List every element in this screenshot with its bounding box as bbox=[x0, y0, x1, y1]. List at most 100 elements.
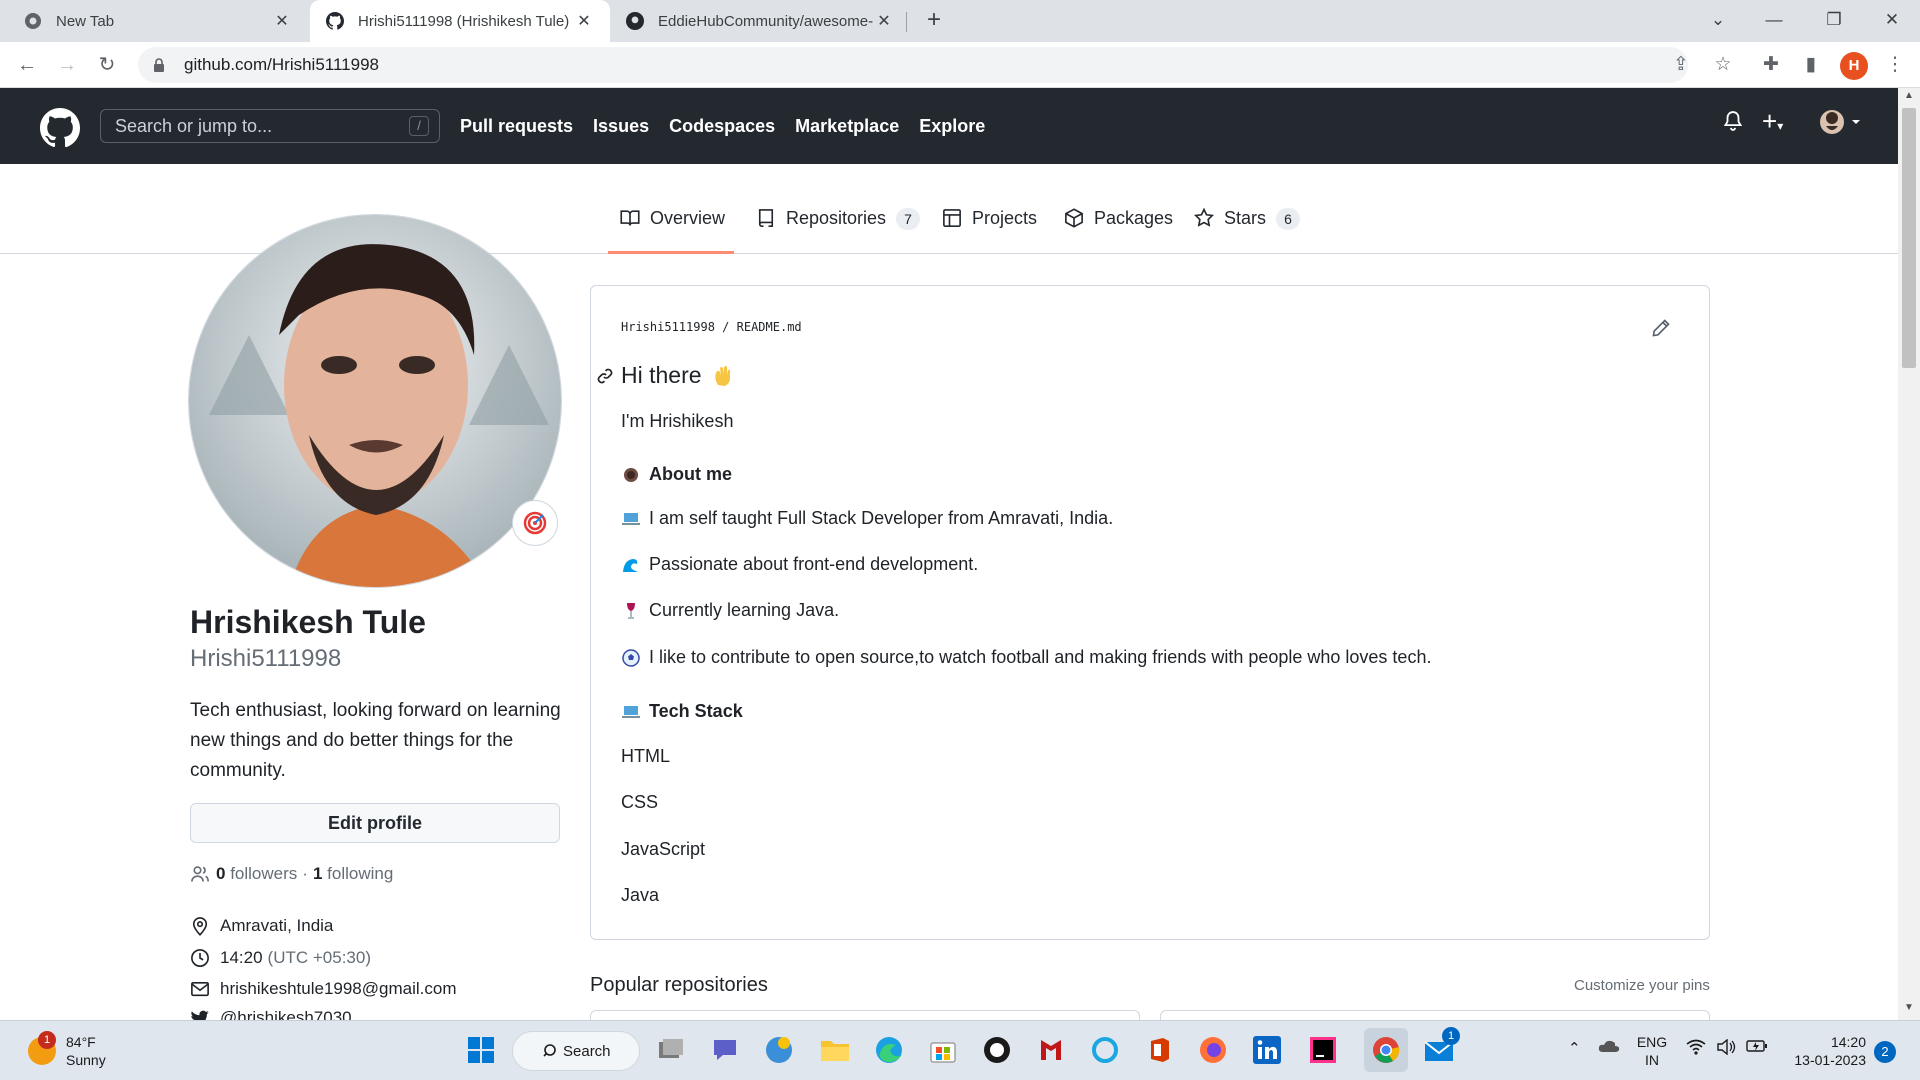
nav-issues[interactable]: Issues bbox=[593, 116, 649, 137]
onedrive-cloud-icon[interactable] bbox=[1598, 1039, 1620, 1057]
chrome-taskbar-icon[interactable] bbox=[1364, 1028, 1408, 1072]
customize-pins-link[interactable]: Customize your pins bbox=[1574, 977, 1710, 994]
bookmark-star-icon[interactable]: ☆ bbox=[1708, 50, 1738, 80]
close-icon[interactable]: ✕ bbox=[874, 11, 894, 31]
teams-chat-icon[interactable] bbox=[706, 1031, 744, 1069]
about-heading: About me bbox=[621, 464, 732, 485]
nav-marketplace[interactable]: Marketplace bbox=[795, 116, 899, 137]
mail-badge: 1 bbox=[1442, 1027, 1460, 1045]
twitter-link[interactable]: @hrishikesh7030 bbox=[220, 1008, 352, 1020]
github-desktop-icon[interactable] bbox=[978, 1031, 1016, 1069]
readme-file-link[interactable]: README.md bbox=[737, 320, 802, 334]
new-tab-button[interactable]: + bbox=[920, 7, 948, 35]
close-icon[interactable]: ✕ bbox=[574, 11, 594, 31]
task-view-icon[interactable] bbox=[652, 1031, 690, 1069]
back-arrow-icon[interactable]: ← bbox=[12, 50, 42, 80]
taskbar-search[interactable]: Search bbox=[512, 1031, 640, 1071]
tab-github-profile[interactable]: Hrishi5111998 (Hrishikesh Tule) ✕ bbox=[310, 0, 610, 42]
create-new-plus-icon[interactable]: +▾ bbox=[1762, 106, 1783, 137]
cortana-icon[interactable] bbox=[1086, 1031, 1124, 1069]
scroll-up-arrow-icon[interactable]: ▲ bbox=[1900, 90, 1918, 106]
volume-icon[interactable] bbox=[1716, 1038, 1736, 1059]
url-bar[interactable]: github.com/Hrishi5111998 bbox=[138, 47, 1688, 83]
nav-pull-requests[interactable]: Pull requests bbox=[460, 116, 573, 137]
scrollbar-thumb[interactable] bbox=[1902, 108, 1916, 368]
tab-label: Packages bbox=[1094, 208, 1174, 228]
chrome-profile-avatar[interactable]: H bbox=[1840, 52, 1868, 80]
pencil-edit-icon[interactable] bbox=[1651, 318, 1671, 338]
about-heading-text: About me bbox=[649, 464, 732, 484]
followers-link[interactable]: 0 followers bbox=[216, 864, 297, 884]
location-pin-icon bbox=[192, 917, 208, 936]
forward-arrow-icon[interactable]: → bbox=[52, 50, 82, 80]
tab-packages[interactable]: Packages bbox=[1064, 208, 1173, 254]
about-item: Currently learning Java. bbox=[621, 600, 839, 621]
readme-intro: I'm Hrishikesh bbox=[621, 411, 734, 431]
user-avatar-menu[interactable] bbox=[1818, 108, 1866, 142]
file-explorer-icon[interactable] bbox=[816, 1031, 854, 1069]
linkedin-icon[interactable] bbox=[1248, 1031, 1286, 1069]
repositories-counter: 7 bbox=[896, 208, 921, 230]
nav-explore[interactable]: Explore bbox=[919, 116, 985, 137]
edge-icon[interactable] bbox=[870, 1031, 908, 1069]
input-language-indicator[interactable]: ENG IN bbox=[1636, 1033, 1668, 1069]
tab-new-tab[interactable]: New Tab ✕ bbox=[8, 0, 308, 42]
weather-app-icon[interactable] bbox=[760, 1031, 798, 1069]
profile-avatar[interactable] bbox=[188, 214, 562, 588]
wave-icon bbox=[623, 558, 639, 572]
tab-repositories[interactable]: Repositories 7 bbox=[756, 208, 921, 254]
following-link[interactable]: 1 following bbox=[313, 864, 393, 884]
clock-time: 14:20 bbox=[1830, 1034, 1866, 1050]
side-panel-icon[interactable]: ▮ bbox=[1796, 50, 1826, 80]
github-logo-icon[interactable] bbox=[40, 108, 80, 148]
tab-stars[interactable]: Stars 6 bbox=[1194, 208, 1301, 254]
anchor-link-icon[interactable] bbox=[596, 367, 614, 385]
firefox-icon[interactable] bbox=[1194, 1031, 1232, 1069]
mcafee-icon[interactable] bbox=[1032, 1031, 1070, 1069]
share-icon[interactable]: ⇪ bbox=[1666, 50, 1696, 80]
nav-codespaces[interactable]: Codespaces bbox=[669, 116, 775, 137]
github-search-input[interactable]: Search or jump to... / bbox=[100, 109, 440, 143]
tab-overview[interactable]: Overview bbox=[608, 208, 734, 254]
tab-search-chevron-icon[interactable]: ⌄ bbox=[1690, 0, 1746, 42]
extensions-icon[interactable]: ✚ bbox=[1756, 50, 1786, 80]
edit-profile-button[interactable]: Edit profile bbox=[190, 803, 560, 843]
separator-dot: · bbox=[302, 864, 308, 883]
notification-badge[interactable]: 2 bbox=[1874, 1041, 1896, 1063]
search-placeholder: Search or jump to... bbox=[115, 116, 273, 136]
close-icon[interactable]: ✕ bbox=[272, 11, 292, 31]
show-hidden-icons-chevron-icon[interactable]: ⌃ bbox=[1568, 1039, 1581, 1057]
tab-projects[interactable]: Projects bbox=[942, 208, 1037, 254]
battery-icon[interactable] bbox=[1746, 1039, 1768, 1057]
minimize-button[interactable]: — bbox=[1746, 0, 1802, 42]
office-icon[interactable] bbox=[1140, 1031, 1178, 1069]
chrome-menu-icon[interactable]: ⋮ bbox=[1880, 50, 1910, 80]
email-link[interactable]: hrishikeshtule1998@gmail.com bbox=[220, 979, 456, 999]
taskbar-clock[interactable]: 14:20 13-01-2023 bbox=[1786, 1033, 1866, 1069]
about-item-text: Currently learning Java. bbox=[649, 600, 840, 620]
scroll-down-arrow-icon[interactable]: ▼ bbox=[1900, 1002, 1918, 1018]
intellij-icon[interactable] bbox=[1304, 1031, 1342, 1069]
timezone: (UTC +05:30) bbox=[267, 948, 371, 967]
readme-owner-link[interactable]: Hrishi5111998 bbox=[621, 320, 715, 334]
heading-text: Hi there bbox=[621, 362, 702, 388]
mail-app-icon[interactable]: 1 bbox=[1420, 1027, 1460, 1069]
wine-glass-icon bbox=[627, 602, 635, 619]
windows-start-icon[interactable] bbox=[462, 1031, 500, 1069]
laptop-icon bbox=[622, 705, 640, 718]
reload-icon[interactable]: ↻ bbox=[92, 50, 122, 80]
about-item-text: I am self taught Full Stack Developer fr… bbox=[649, 508, 1114, 528]
microsoft-store-icon[interactable] bbox=[924, 1031, 962, 1069]
status-target-icon[interactable] bbox=[512, 500, 558, 546]
path-separator: / bbox=[722, 320, 730, 334]
people-icon bbox=[191, 866, 209, 882]
maximize-button[interactable]: ❐ bbox=[1806, 0, 1862, 42]
window-close-button[interactable]: ✕ bbox=[1864, 0, 1920, 42]
twitter-item: @hrishikesh7030 bbox=[190, 1008, 352, 1020]
wifi-icon[interactable] bbox=[1686, 1039, 1706, 1059]
browser-tab-bar: New Tab ✕ Hrishi5111998 (Hrishikesh Tule… bbox=[0, 0, 1920, 42]
github-icon bbox=[326, 12, 344, 30]
tab-eddiehub[interactable]: EddieHubCommunity/awesome- ✕ bbox=[610, 0, 910, 42]
weather-widget[interactable]: 1 84°F Sunny bbox=[28, 1031, 106, 1069]
bell-icon[interactable] bbox=[1722, 110, 1744, 138]
